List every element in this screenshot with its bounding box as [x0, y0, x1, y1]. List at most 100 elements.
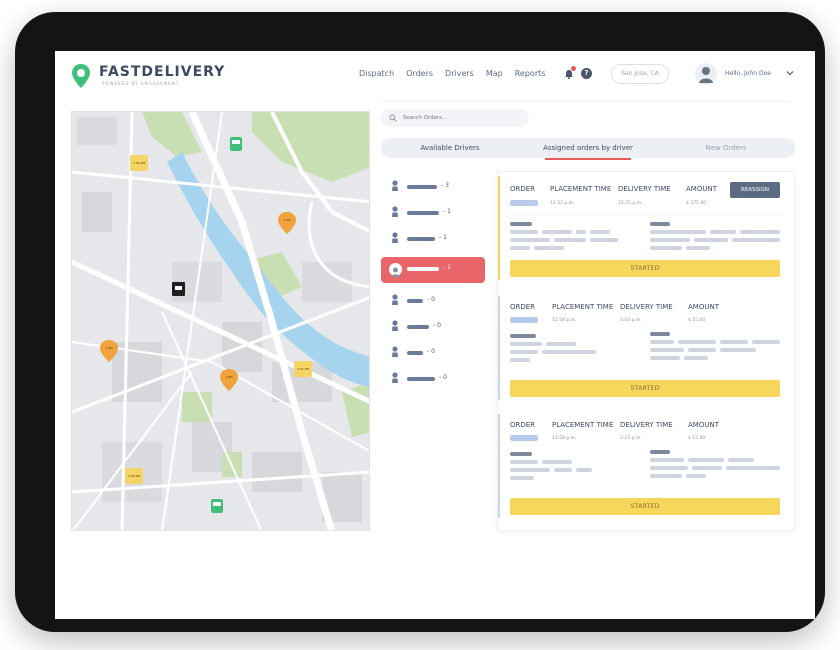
notification-badge: [571, 66, 576, 71]
order-id-chip[interactable]: [510, 200, 538, 206]
text-placeholder: [752, 340, 780, 344]
order-card[interactable]: ORDER PLACEMENT TIME DELIVERY TIME AMOUN…: [498, 172, 796, 287]
status-started-button[interactable]: STARTED: [510, 498, 780, 515]
status-started-button[interactable]: STARTED: [510, 260, 780, 277]
text-placeholder: [650, 246, 682, 250]
driver-order-count: - 0: [433, 322, 441, 329]
text-placeholder: [554, 468, 572, 472]
user-greeting[interactable]: Hello, John Doe: [725, 70, 771, 77]
nav-drivers[interactable]: Drivers: [445, 69, 474, 78]
map-pin[interactable]: 1 PM: [220, 369, 238, 391]
svg-text:2 PM: 2 PM: [105, 346, 113, 350]
header-divider: [381, 101, 791, 102]
status-started-button[interactable]: STARTED: [510, 380, 780, 397]
location-selector[interactable]: San Jose, CA: [611, 64, 669, 84]
driver-icon: [392, 372, 398, 383]
order-id-chip[interactable]: [510, 317, 538, 323]
main-nav: Dispatch Orders Drivers Map Reports: [359, 69, 545, 78]
text-placeholder: [694, 238, 728, 242]
nav-orders[interactable]: Orders: [406, 69, 433, 78]
driver-order-count: - 1: [439, 234, 447, 241]
order-card[interactable]: ORDER PLACEMENT TIME DELIVERY TIME AMOUN…: [498, 410, 796, 525]
placement-time: 12:58 p.m.: [552, 436, 577, 441]
tab-new-orders[interactable]: New Orders: [657, 138, 795, 158]
order-card[interactable]: ORDER PLACEMENT TIME DELIVERY TIME AMOUN…: [498, 292, 796, 407]
delivery-time: 2:23 p.m.: [620, 436, 642, 441]
text-placeholder: [728, 458, 754, 462]
driver-row[interactable]: - 0: [381, 315, 485, 341]
tablet-frame: FASTDELIVERY POWERED BY ENGAGEMENT Dispa…: [15, 12, 825, 632]
order-amount: $ 15.00: [688, 318, 706, 323]
svg-text:2:58 PM: 2:58 PM: [128, 474, 140, 478]
avatar: [389, 263, 402, 277]
amount-header: AMOUNT: [686, 185, 717, 193]
text-placeholder: [688, 348, 716, 352]
svg-text:1:00 PM: 1:00 PM: [133, 161, 145, 165]
text-placeholder: [554, 238, 586, 242]
driver-row[interactable]: - 3: [381, 175, 485, 201]
text-placeholder: [726, 466, 780, 470]
pickup-label-placeholder: [510, 452, 532, 456]
text-placeholder: [710, 230, 736, 234]
driver-row[interactable]: - 0: [381, 289, 485, 315]
avatar[interactable]: [695, 63, 717, 85]
card-accent: [498, 414, 500, 518]
search-input[interactable]: [403, 111, 523, 125]
map-pin[interactable]: 1:00 PM: [130, 155, 148, 171]
order-id-chip[interactable]: [510, 435, 538, 441]
chevron-down-icon[interactable]: [786, 69, 794, 77]
driver-icon: [392, 232, 398, 243]
text-placeholder: [510, 476, 534, 480]
text-placeholder: [546, 342, 576, 346]
nav-dispatch[interactable]: Dispatch: [359, 69, 394, 78]
dropoff-label-placeholder: [650, 332, 670, 336]
user-silhouette-icon: [699, 67, 713, 83]
nav-map[interactable]: Map: [486, 69, 503, 78]
map-view[interactable]: 1:00 PM 3 PM 2 PM 1 PM 3:31 PM 2:58 PM: [71, 111, 370, 531]
text-placeholder: [510, 350, 538, 354]
placement-time: 12:58 p.m.: [552, 318, 577, 323]
driver-order-count: - 3: [441, 182, 449, 189]
brand-tagline: POWERED BY ENGAGEMENT: [102, 81, 180, 86]
dropoff-label-placeholder: [650, 450, 670, 454]
amount-header: AMOUNT: [688, 303, 719, 311]
driver-name-placeholder: [407, 325, 429, 329]
text-placeholder: [650, 356, 680, 360]
driver-order-count: - 0: [427, 296, 435, 303]
text-placeholder: [732, 238, 780, 242]
reassign-button[interactable]: REASSIGN: [730, 182, 780, 198]
text-placeholder: [510, 246, 530, 250]
text-placeholder: [684, 356, 708, 360]
nav-reports[interactable]: Reports: [515, 69, 546, 78]
dropoff-label-placeholder: [650, 222, 670, 226]
text-placeholder: [650, 458, 684, 462]
driver-name-placeholder: [407, 185, 437, 189]
order-header: ORDER: [510, 303, 536, 311]
svg-text:3:31 PM: 3:31 PM: [297, 367, 309, 371]
placement-time: 12:32 p.m.: [550, 201, 575, 206]
driver-row[interactable]: - 1: [381, 201, 485, 227]
text-placeholder: [650, 348, 684, 352]
text-placeholder: [686, 474, 706, 478]
driver-row[interactable]: - 0: [381, 367, 485, 393]
brand-name[interactable]: FASTDELIVERY: [99, 64, 225, 80]
help-icon[interactable]: ?: [581, 68, 592, 79]
text-placeholder: [720, 348, 756, 352]
tab-available-drivers[interactable]: Available Drivers: [381, 138, 519, 158]
card-accent: [498, 176, 500, 280]
app-header: FASTDELIVERY POWERED BY ENGAGEMENT Dispa…: [55, 51, 815, 101]
driver-row-selected[interactable]: - 1: [381, 257, 485, 283]
text-placeholder: [650, 466, 688, 470]
delivery-time-header: DELIVERY TIME: [620, 421, 673, 429]
svg-text:3 PM: 3 PM: [283, 218, 291, 222]
driver-icon: [392, 294, 398, 305]
pickup-label-placeholder: [510, 222, 532, 226]
text-placeholder: [510, 468, 550, 472]
map-pin[interactable]: 3:31 PM: [294, 361, 312, 377]
map-pin[interactable]: 2 PM: [100, 340, 118, 362]
map-pin[interactable]: 3 PM: [278, 212, 296, 234]
map-pin[interactable]: 2:58 PM: [125, 468, 143, 484]
driver-row[interactable]: - 1: [381, 227, 485, 253]
driver-row[interactable]: - 0: [381, 341, 485, 367]
tab-assigned-orders[interactable]: Assigned orders by driver: [519, 138, 657, 160]
